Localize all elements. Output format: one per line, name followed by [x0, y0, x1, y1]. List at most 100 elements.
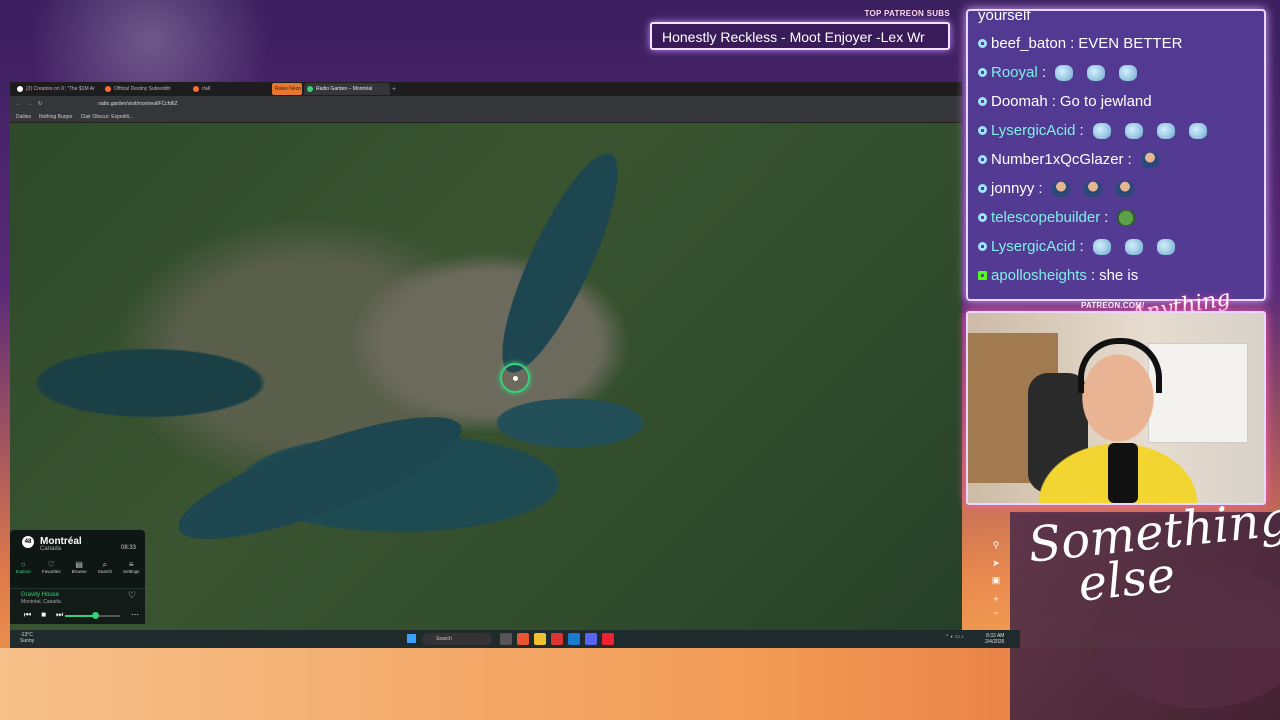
- patreon-subs-ticker: Honestly Reckless - Moot Enjoyer -Lex Wr: [650, 22, 950, 50]
- zoom-out-icon[interactable]: −: [990, 608, 1002, 620]
- next-icon[interactable]: ⏭: [56, 610, 63, 620]
- windows-start-icon[interactable]: [407, 634, 416, 643]
- tab-label: r/all: [202, 86, 211, 92]
- tab-radio-garden[interactable]: Radio Garden – Montréal: [304, 83, 390, 95]
- river: [482, 141, 638, 385]
- chat-text: she is: [1099, 267, 1139, 284]
- taskbar-clock[interactable]: 8:33 AM 2/4/2026: [985, 633, 1004, 645]
- chat-separator: :: [1041, 64, 1046, 81]
- tab-destiny-subreddit[interactable]: Official Destiny Subreddit: [102, 83, 188, 95]
- locate-icon[interactable]: ➤: [990, 558, 1002, 570]
- bookmark-item[interactable]: Clair Obscur: Expediti...: [81, 114, 134, 120]
- settings-icon: ≡: [128, 560, 134, 569]
- url-input[interactable]: radio.garden/visit/montreal/FCcfd6Z: [98, 101, 177, 107]
- chat-separator: :: [1104, 209, 1109, 226]
- reddit-icon: [105, 86, 111, 92]
- browser-app-icon[interactable]: [517, 633, 529, 645]
- radio-garden-icon: [307, 86, 313, 92]
- file-explorer-icon[interactable]: [534, 633, 546, 645]
- twitch-icon: [978, 213, 987, 222]
- taskbar-search[interactable]: Search: [422, 633, 492, 645]
- nav-search[interactable]: ⌕ Search: [98, 560, 112, 578]
- tab-x[interactable]: (2) Creators on X: "The $1M Ar: [14, 83, 100, 95]
- chat-emote: [1117, 209, 1136, 226]
- chat-separator: :: [1079, 238, 1084, 255]
- chat-username[interactable]: yourself: [978, 11, 1031, 24]
- bookmark-item[interactable]: Dailies: [16, 114, 31, 120]
- radio-player: Gravity House Montréal, Canada ♡ ⏮ ■ ⏭ ⋯: [10, 588, 145, 624]
- chat-separator: :: [1051, 93, 1056, 110]
- twitch-icon: [978, 126, 987, 135]
- search-icon: ⌕: [102, 560, 108, 569]
- more-icon[interactable]: ⋯: [131, 610, 139, 619]
- discord-icon[interactable]: [585, 633, 597, 645]
- zoom-in-icon[interactable]: +: [990, 594, 1002, 606]
- chat-username[interactable]: telescopebuilder: [991, 209, 1100, 226]
- nav-browse[interactable]: ▤ Browse: [72, 560, 87, 578]
- station-marker[interactable]: [500, 363, 530, 393]
- chat-text: EVEN BETTER: [1078, 35, 1183, 52]
- chat-separator: :: [1090, 267, 1096, 284]
- chat-message: Number1xQcGlazer:: [978, 151, 1164, 168]
- chat-username[interactable]: LysergicAcid: [991, 238, 1075, 255]
- chat-message: Rooyal:: [978, 64, 1142, 81]
- patreon-subs-text: Honestly Reckless - Moot Enjoyer -Lex Wr: [662, 29, 925, 45]
- chat-username[interactable]: apollosheights: [991, 267, 1087, 284]
- volume-slider[interactable]: [65, 612, 120, 619]
- chat-emote: [1115, 180, 1134, 197]
- bookmarks-bar: Dailies Nothing Burger Clair Obscur: Exp…: [10, 111, 962, 123]
- chat-message: Doomah: Go to jewland: [978, 93, 1152, 110]
- microphone: [1108, 443, 1138, 503]
- chat-emote: [1051, 180, 1070, 197]
- map-control-icon[interactable]: ⚲: [990, 540, 1002, 552]
- previous-icon[interactable]: ⏮: [24, 610, 31, 620]
- chat-separator: :: [1038, 180, 1043, 197]
- nav-explore[interactable]: ○ Explore: [16, 560, 31, 578]
- reload-icon[interactable]: ↻: [38, 101, 42, 107]
- system-tray[interactable]: ⌃ ◐ ▭ ♪: [945, 634, 964, 640]
- tab-r-all[interactable]: r/all: [190, 83, 270, 95]
- lock-icon[interactable]: ▣: [990, 575, 1002, 587]
- forward-icon[interactable]: →: [27, 101, 32, 107]
- nav-label: Explore: [15, 569, 31, 574]
- task-view-icon[interactable]: [500, 633, 512, 645]
- volume-knob[interactable]: [92, 612, 100, 619]
- tab-rolex-neon[interactable]: Rolex Neon: [272, 83, 302, 95]
- new-tab-icon[interactable]: +: [392, 86, 396, 93]
- twitch-icon: [978, 39, 987, 48]
- nav-label: Settings: [123, 569, 140, 574]
- taskbar-apps: [500, 633, 614, 645]
- bookmark-item[interactable]: Nothing Burger: [39, 114, 73, 120]
- chat-username[interactable]: Rooyal: [991, 64, 1038, 81]
- app-icon[interactable]: [551, 633, 563, 645]
- twitch-icon: [978, 155, 987, 164]
- twitch-icon: [978, 242, 987, 251]
- webcam-feed: [966, 311, 1266, 505]
- chat-emote: [1086, 64, 1105, 81]
- chat-message: apollosheights: she is: [978, 267, 1138, 284]
- weather-desc: Sunny: [20, 638, 35, 644]
- chat-username[interactable]: Doomah: [991, 93, 1048, 110]
- stop-icon[interactable]: ■: [41, 610, 46, 620]
- chat-username[interactable]: beef_baton: [991, 35, 1066, 52]
- globe-icon: ○: [20, 560, 26, 569]
- chat-emote: [1156, 122, 1175, 139]
- chat-username[interactable]: Number1xQcGlazer: [991, 151, 1124, 168]
- chat-message: LysergicAcid:: [978, 122, 1212, 139]
- satellite-map[interactable]: [10, 123, 962, 633]
- patreon-subs-label: TOP PATREON SUBS: [864, 9, 950, 18]
- nav-favorites[interactable]: ♡ Favorites: [42, 560, 61, 578]
- chat-emote: [1124, 122, 1143, 139]
- steam-icon[interactable]: [568, 633, 580, 645]
- weather-widget[interactable]: -13°C Sunny: [20, 632, 34, 644]
- heart-icon: ♡: [47, 560, 55, 569]
- chat-username[interactable]: jonnyy: [991, 180, 1034, 197]
- stream-chat: yourself beef_baton: EVEN BETTER Rooyal: Doo…: [966, 9, 1266, 301]
- back-icon[interactable]: ←: [16, 101, 21, 107]
- station-name[interactable]: Gravity House: [21, 592, 59, 598]
- favorite-heart-icon[interactable]: ♡: [128, 590, 136, 601]
- volume-fill: [65, 615, 96, 617]
- chat-username[interactable]: LysergicAcid: [991, 122, 1075, 139]
- obs-icon[interactable]: [602, 633, 614, 645]
- nav-settings[interactable]: ≡ Settings: [123, 560, 139, 578]
